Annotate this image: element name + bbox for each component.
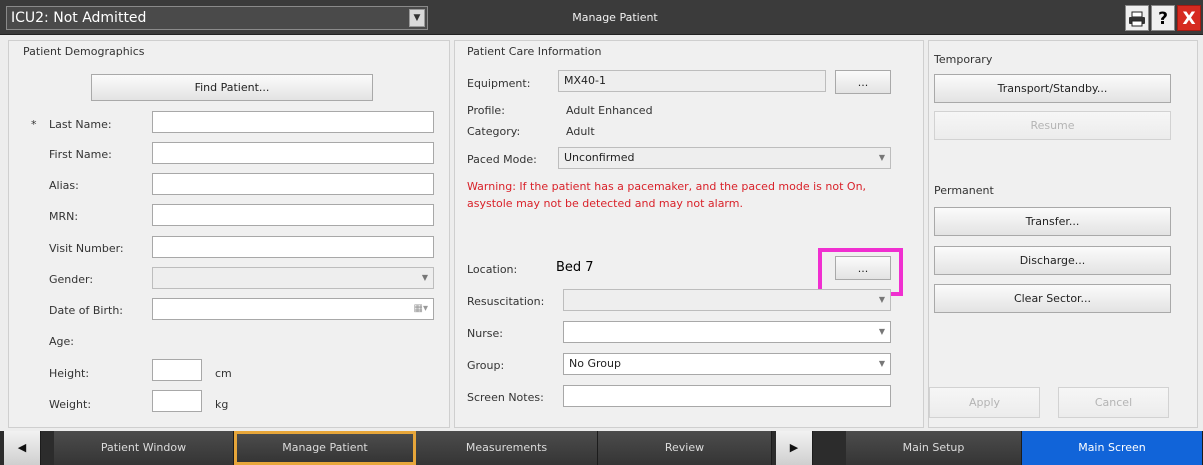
bed-selector-value: ICU2: Not Admitted bbox=[11, 10, 147, 26]
find-patient-button[interactable]: Find Patient... bbox=[91, 74, 373, 101]
first-name-label: First Name: bbox=[49, 148, 112, 161]
nurse-select[interactable]: ▼ bbox=[563, 321, 891, 343]
chevron-down-icon: ▼ bbox=[878, 327, 885, 336]
visit-number-field[interactable] bbox=[152, 236, 434, 258]
mrn-field[interactable] bbox=[152, 204, 434, 226]
paced-mode-value: Unconfirmed bbox=[564, 151, 635, 164]
alias-field[interactable] bbox=[152, 173, 434, 195]
last-name-label: Last Name: bbox=[49, 118, 112, 131]
chevron-down-icon: ▼ bbox=[878, 359, 885, 368]
pacemaker-warning: Warning: If the patient has a pacemaker,… bbox=[467, 180, 867, 210]
tab-patient-window[interactable]: Patient Window bbox=[54, 431, 234, 465]
chevron-down-icon[interactable]: ▼ bbox=[409, 9, 425, 27]
apply-button[interactable]: Apply bbox=[929, 387, 1040, 418]
tab-main-setup[interactable]: Main Setup bbox=[846, 431, 1022, 465]
weight-label: Weight: bbox=[49, 398, 92, 411]
first-name-field[interactable] bbox=[152, 142, 434, 164]
paced-mode-select[interactable]: Unconfirmed ▼ bbox=[558, 147, 891, 169]
profile-label: Profile: bbox=[467, 104, 505, 117]
cancel-button[interactable]: Cancel bbox=[1058, 387, 1169, 418]
category-value: Adult bbox=[566, 125, 595, 138]
last-name-field[interactable] bbox=[152, 111, 434, 133]
tab-scroll-left-icon[interactable]: ◀ bbox=[4, 431, 41, 465]
tab-measurements[interactable]: Measurements bbox=[416, 431, 598, 465]
mrn-label: MRN: bbox=[49, 210, 79, 223]
alias-label: Alias: bbox=[49, 179, 79, 192]
calendar-icon[interactable]: ▦▾ bbox=[414, 299, 428, 319]
location-value: Bed 7 bbox=[556, 260, 594, 275]
tab-main-screen[interactable]: Main Screen bbox=[1022, 431, 1203, 465]
tab-manage-patient[interactable]: Manage Patient bbox=[234, 431, 416, 465]
group-value: No Group bbox=[569, 357, 621, 370]
height-label: Height: bbox=[49, 367, 90, 380]
permanent-title: Permanent bbox=[934, 184, 994, 197]
care-title: Patient Care Information bbox=[467, 45, 602, 58]
equipment-field: MX40-1 bbox=[558, 70, 826, 92]
profile-value: Adult Enhanced bbox=[566, 104, 653, 117]
height-unit: cm bbox=[215, 367, 232, 380]
transport-standby-button[interactable]: Transport/Standby... bbox=[934, 74, 1171, 103]
screen-notes-field[interactable] bbox=[563, 385, 891, 407]
paced-mode-label: Paced Mode: bbox=[467, 153, 537, 166]
group-select[interactable]: No Group ▼ bbox=[563, 353, 891, 375]
demographics-title: Patient Demographics bbox=[23, 45, 145, 58]
temporary-title: Temporary bbox=[934, 53, 993, 66]
visit-number-label: Visit Number: bbox=[49, 242, 124, 255]
age-label: Age: bbox=[49, 335, 74, 348]
location-label: Location: bbox=[467, 263, 518, 276]
chevron-down-icon: ▼ bbox=[878, 153, 885, 162]
resuscitation-select[interactable]: ▼ bbox=[563, 289, 891, 311]
tab-scroll-right-icon[interactable]: ▶ bbox=[776, 431, 813, 465]
discharge-button[interactable]: Discharge... bbox=[934, 246, 1171, 275]
printer-icon[interactable] bbox=[1125, 5, 1149, 31]
weight-unit: kg bbox=[215, 398, 229, 411]
transfer-button[interactable]: Transfer... bbox=[934, 207, 1171, 236]
close-icon[interactable]: X bbox=[1177, 5, 1201, 31]
gender-label: Gender: bbox=[49, 273, 94, 286]
title-bar: ICU2: Not Admitted ▼ Manage Patient ? X bbox=[0, 0, 1203, 35]
dob-field[interactable]: ▦▾ bbox=[152, 298, 434, 320]
clear-sector-button[interactable]: Clear Sector... bbox=[934, 284, 1171, 313]
required-marker: * bbox=[31, 118, 37, 131]
height-field[interactable] bbox=[152, 359, 202, 381]
resuscitation-label: Resuscitation: bbox=[467, 295, 545, 308]
equipment-label: Equipment: bbox=[467, 77, 531, 90]
screen-notes-label: Screen Notes: bbox=[467, 391, 544, 404]
nurse-label: Nurse: bbox=[467, 327, 503, 340]
chevron-down-icon: ▼ bbox=[878, 295, 885, 304]
group-label: Group: bbox=[467, 359, 505, 372]
resume-button[interactable]: Resume bbox=[934, 111, 1171, 140]
tab-review[interactable]: Review bbox=[598, 431, 772, 465]
chevron-down-icon: ▼ bbox=[421, 273, 428, 282]
gender-select[interactable]: ▼ bbox=[152, 267, 434, 289]
bed-selector[interactable]: ICU2: Not Admitted ▼ bbox=[6, 6, 428, 30]
patient-demographics-panel: Patient Demographics Find Patient... * L… bbox=[8, 40, 450, 428]
help-icon[interactable]: ? bbox=[1151, 5, 1175, 31]
actions-panel: Temporary Transport/Standby... Resume Pe… bbox=[928, 40, 1198, 428]
weight-field[interactable] bbox=[152, 390, 202, 412]
dob-label: Date of Birth: bbox=[49, 304, 124, 317]
patient-care-panel: Patient Care Information Equipment: MX40… bbox=[454, 40, 924, 428]
category-label: Category: bbox=[467, 125, 521, 138]
equipment-browse-button[interactable]: ... bbox=[835, 70, 891, 94]
bottom-tab-bar: ◀ Patient Window Manage Patient Measurem… bbox=[0, 431, 1203, 465]
window-title: Manage Patient bbox=[572, 11, 658, 24]
